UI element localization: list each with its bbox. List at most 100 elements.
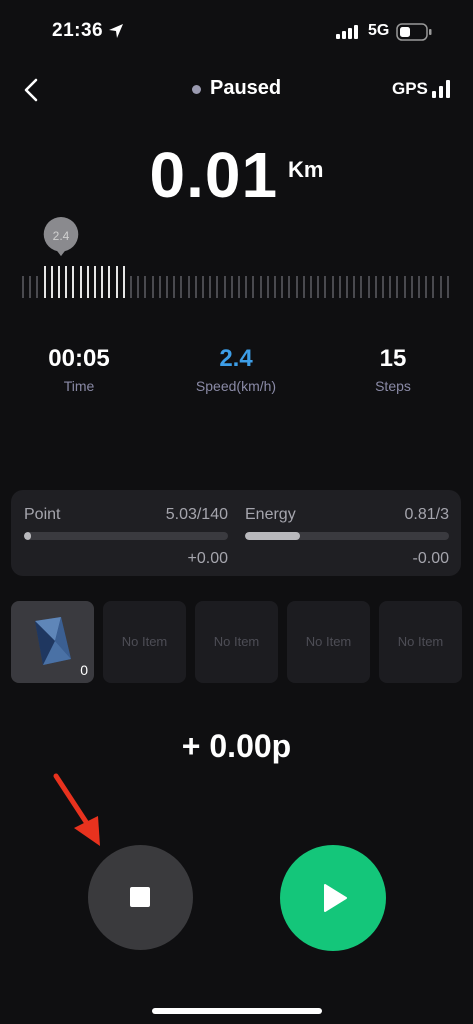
energy-progress-bar [245,532,449,540]
gem-item-icon [35,617,71,665]
ruler-tick [324,276,327,298]
ruler-tick [245,276,248,298]
energy-progress-fill [245,532,301,540]
ruler-tick [410,276,413,298]
ruler-tick [238,276,240,298]
ruler-tick [259,276,262,298]
location-arrow-icon [109,24,123,38]
ruler-tick [101,266,104,298]
speed-ruler [22,266,452,298]
ruler-tick [374,276,377,298]
point-progress-bar [24,532,228,540]
ruler-tick [72,266,75,298]
energy-delta: -0.00 [412,550,449,567]
item-count: 0 [80,662,88,678]
ruler-tick [130,276,132,298]
ruler-tick [274,276,276,298]
ruler-tick [403,276,406,298]
ruler-tick [439,276,442,298]
empty-slot-label: No Item [213,634,260,649]
status-dot [192,85,201,94]
battery-icon [396,23,432,41]
ruler-tick [108,266,111,298]
ruler-tick [22,276,24,298]
ruler-tick [151,276,154,298]
ruler-tick [173,276,176,298]
ruler-tick [29,276,32,298]
ruler-tick [180,276,183,298]
ruler-tick [94,266,96,298]
time-value: 00:05 [48,345,110,372]
distance-display: 0.01 Km [0,138,473,212]
ruler-tick [209,276,212,298]
ruler-tick [43,266,46,298]
steps-value: 15 [379,345,407,372]
stop-button[interactable] [88,845,193,950]
point-value: 5.03/140 [165,506,228,523]
item-slot-1[interactable]: 0 [11,601,94,683]
ruler-tick [310,276,312,298]
ruler-tick [317,276,320,298]
stat-steps: 15 Steps [333,344,453,394]
ruler-tick [281,276,284,298]
energy-label: Energy [245,506,296,523]
point-label: Point [24,506,61,523]
back-chevron-icon[interactable] [20,76,44,104]
point-metric: Point 5.03/140 +0.00 [24,506,228,568]
status-time: 21:36 [52,20,104,41]
speed-bubble-value: 2.4 [52,229,70,243]
speed-value: 2.4 [219,345,253,372]
reward-points: + 0.00p [181,728,292,764]
ruler-tick [86,266,89,298]
speed-label: Speed(km/h) [195,378,277,394]
network-type: 5G [368,22,390,39]
item-slot-2[interactable]: No Item [103,601,186,683]
stat-speed: 2.4 Speed(km/h) [176,344,296,394]
workout-screen: 21:36 5G Paused GPS 0.01 Km 2.4 00:05 Tim… [0,0,473,1024]
steps-label: Steps [375,378,411,394]
ruler-tick [338,276,341,298]
home-indicator[interactable] [152,1008,322,1014]
ruler-tick [302,276,305,298]
resume-button[interactable] [280,845,386,951]
ruler-tick [353,276,356,298]
red-arrow-annotation-icon [53,773,100,846]
energy-value: 0.81/3 [404,506,449,523]
energy-metric: Energy 0.81/3 -0.00 [245,506,449,568]
ruler-tick [194,276,197,298]
gps-label: GPS [392,79,428,98]
ruler-tick [425,276,428,298]
point-delta: +0.00 [187,550,228,567]
ruler-tick [346,276,348,298]
ruler-tick [288,276,291,298]
ruler-tick [382,276,384,298]
ruler-tick [122,266,125,298]
ruler-tick [50,266,53,298]
ruler-tick [144,276,147,298]
cell-signal-icon [336,25,358,39]
ruler-tick [36,276,39,298]
ruler-tick [432,276,435,298]
item-slot-4[interactable]: No Item [287,601,370,683]
workout-status: Paused [210,77,282,99]
empty-slot-label: No Item [397,634,444,649]
ruler-tick [252,276,255,298]
ruler-tick [216,276,219,298]
time-label: Time [63,378,95,394]
item-slot-5[interactable]: No Item [379,601,462,683]
ruler-tick [158,276,161,298]
progress-card: Point 5.03/140 +0.00 Energy 0.81/3 -0.00 [11,490,461,576]
ruler-tick [446,276,449,298]
item-slot-3[interactable]: No Item [195,601,278,683]
point-progress-fill [24,532,32,540]
ruler-tick [223,276,226,298]
play-icon [324,884,347,912]
ruler-tick [202,276,204,298]
empty-slot-label: No Item [121,634,168,649]
stat-time: 00:05 Time [19,344,139,394]
ruler-tick [360,276,363,298]
ruler-tick [166,276,168,298]
ruler-tick [418,276,420,298]
ruler-tick [266,276,269,298]
ruler-tick [115,266,118,298]
